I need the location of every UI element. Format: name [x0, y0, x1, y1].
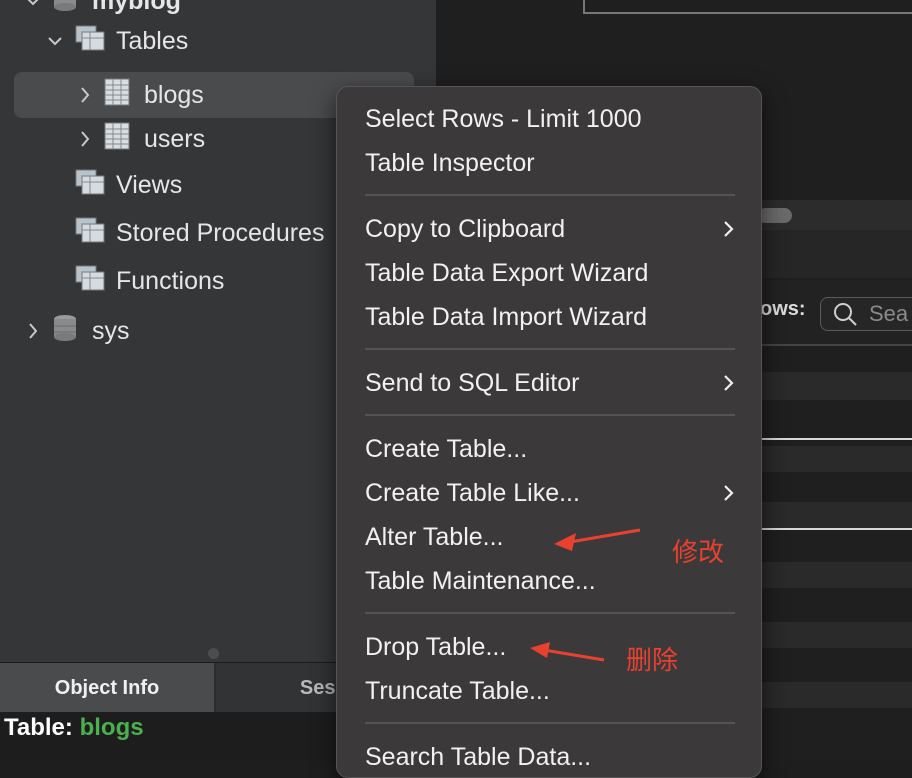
chevron-right-icon[interactable] — [76, 131, 94, 147]
menu-item-send-to-sql-editor[interactable]: Send to SQL Editor — [365, 363, 735, 403]
menu-label: Select Rows - Limit 1000 — [365, 105, 642, 133]
tree-label-blogs: blogs — [144, 80, 204, 109]
submenu-arrow-icon — [723, 363, 735, 403]
menu-label: Create Table Like... — [365, 479, 580, 507]
chevron-down-icon[interactable] — [24, 0, 42, 6]
menu-item-table-inspector[interactable]: Table Inspector — [365, 143, 735, 183]
tree-label-users: users — [144, 124, 206, 153]
menu-separator — [365, 194, 735, 196]
tree-item-table-users[interactable]: users — [76, 116, 205, 162]
horizontal-scrollbar[interactable] — [758, 208, 792, 223]
table-icon — [104, 122, 130, 157]
annotation-drop-note: 删除 — [626, 646, 679, 676]
annotation-alter-note: 修改 — [672, 538, 725, 568]
result-row — [760, 446, 912, 472]
functions-folder-icon — [74, 264, 106, 299]
context-menu: Select Rows - Limit 1000 Table Inspector… — [336, 86, 762, 778]
tree-label-views: Views — [116, 170, 183, 199]
result-row — [760, 682, 912, 708]
schema-name: myblog — [92, 0, 181, 15]
rows-label: ows: — [760, 298, 806, 320]
views-folder-icon — [74, 168, 106, 203]
procedures-folder-icon — [74, 216, 106, 251]
menu-item-export-wizard[interactable]: Table Data Export Wizard — [365, 253, 735, 293]
info-value: blogs — [79, 714, 144, 741]
table-icon — [104, 78, 130, 113]
menu-item-select-rows[interactable]: Select Rows - Limit 1000 — [365, 99, 735, 139]
menu-label: Table Inspector — [365, 149, 535, 177]
chevron-right-icon[interactable] — [76, 87, 94, 103]
menu-separator — [365, 722, 735, 724]
menu-label: Copy to Clipboard — [365, 215, 566, 243]
menu-separator — [365, 612, 735, 614]
tab-object-info[interactable]: Object Info — [0, 663, 214, 713]
menu-item-create-table[interactable]: Create Table... — [365, 429, 735, 469]
menu-label: Send to SQL Editor — [365, 369, 580, 397]
divider — [760, 344, 912, 346]
grid-line — [760, 528, 912, 530]
search-field[interactable]: Sea — [820, 297, 912, 331]
menu-item-copy-to-clipboard[interactable]: Copy to Clipboard — [365, 209, 735, 249]
tables-folder-icon — [74, 24, 106, 59]
tree-item-views[interactable]: Views — [74, 162, 182, 208]
menu-label: Create Table... — [365, 435, 528, 463]
search-placeholder: Sea — [869, 301, 909, 326]
grid-line — [760, 438, 912, 440]
submenu-arrow-icon — [723, 473, 735, 513]
result-row — [760, 502, 912, 528]
menu-label: Search Table Data... — [365, 743, 592, 771]
panel-splitter-handle[interactable] — [208, 648, 219, 659]
result-row — [760, 372, 912, 400]
schema-row-sys[interactable]: sys — [24, 308, 130, 354]
chevron-down-icon[interactable] — [46, 36, 64, 46]
tree-label-tables: Tables — [116, 26, 189, 55]
chevron-right-icon[interactable] — [24, 323, 42, 339]
tree-item-functions[interactable]: Functions — [74, 258, 224, 304]
schema-name-sys: sys — [92, 316, 130, 345]
menu-label: Alter Table... — [365, 523, 504, 551]
menu-separator — [365, 348, 735, 350]
sql-editor-pane[interactable] — [583, 0, 912, 14]
annotation-arrow-drop — [530, 642, 605, 662]
menu-label: Drop Table... — [365, 633, 507, 661]
database-icon — [52, 0, 78, 20]
menu-label: Table Data Export Wizard — [365, 259, 649, 287]
menu-separator — [365, 414, 735, 416]
menu-item-search-table-data[interactable]: Search Table Data... — [365, 737, 735, 777]
menu-item-truncate-table[interactable]: Truncate Table... — [365, 671, 735, 711]
result-row — [760, 562, 912, 588]
annotation-arrow-alter — [554, 528, 641, 551]
menu-item-import-wizard[interactable]: Table Data Import Wizard — [365, 297, 735, 337]
database-icon — [52, 313, 78, 350]
menu-label: Table Maintenance... — [365, 567, 596, 595]
tree-label-functions: Functions — [116, 266, 225, 295]
menu-item-create-table-like[interactable]: Create Table Like... — [365, 473, 735, 513]
info-label: Table: — [4, 714, 73, 741]
toolbar-strip — [760, 230, 912, 278]
tree-label-stored-procedures: Stored Procedures — [116, 218, 325, 247]
menu-label: Truncate Table... — [365, 677, 550, 705]
result-row — [760, 622, 912, 648]
menu-label: Table Data Import Wizard — [365, 303, 648, 331]
submenu-arrow-icon — [723, 209, 735, 249]
search-icon — [833, 302, 857, 326]
tree-item-tables[interactable]: Tables — [46, 18, 188, 64]
tree-item-stored-procedures[interactable]: Stored Procedures — [74, 210, 324, 256]
